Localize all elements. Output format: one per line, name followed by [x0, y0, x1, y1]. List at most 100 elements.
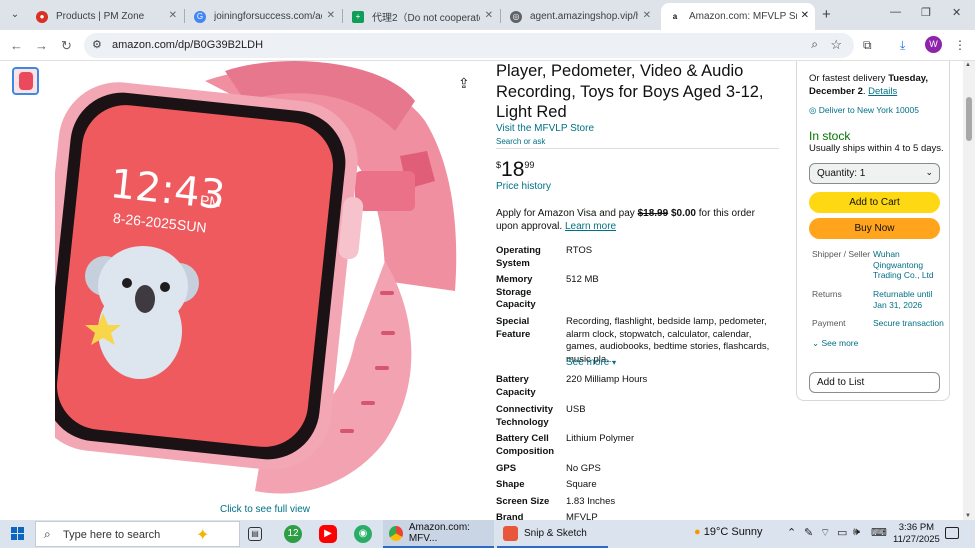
- app-12-icon[interactable]: 12: [284, 525, 302, 543]
- restore-icon[interactable]: ❐: [921, 6, 931, 19]
- tab-agent-sheet[interactable]: + 代理2（Do not cooperate w ✕: [344, 3, 499, 30]
- amazon-favicon-icon: a: [669, 10, 681, 23]
- taskbar-app-label: Snip & Sketch: [524, 527, 587, 539]
- shipper-label: Shipper / Seller: [812, 249, 871, 259]
- address-bar[interactable]: ⚙ amazon.com/dp/B0G39B2LDH ⌕ ☆: [84, 33, 854, 58]
- wechat-icon[interactable]: ◉: [354, 525, 372, 543]
- spec-value: No GPS: [566, 463, 601, 474]
- task-view-icon[interactable]: ▤: [248, 527, 262, 541]
- download-icon[interactable]: ⤓: [900, 38, 905, 53]
- extensions-puzzle-icon[interactable]: ⧉: [863, 38, 872, 53]
- payment-label: Payment: [812, 318, 846, 328]
- volume-icon[interactable]: 🕪: [853, 526, 860, 539]
- wifi-icon[interactable]: ⌔: [820, 526, 830, 540]
- price-history-link[interactable]: Price history: [496, 181, 551, 192]
- store-link[interactable]: Visit the MFVLP Store: [496, 123, 594, 134]
- bookmark-star-icon[interactable]: ☆: [830, 37, 842, 53]
- weather-widget[interactable]: ● 19°C Sunny: [694, 526, 763, 538]
- sheets-favicon-icon: +: [352, 10, 364, 23]
- windows-taskbar: ⌕ Type here to search ✦ ▤ 12 ▶ ◉ Amazon.…: [0, 520, 975, 548]
- tab-amazingshop[interactable]: ◎ agent.amazingshop.vip/hon ✕: [502, 3, 657, 30]
- back-arrow-icon[interactable]: ←: [10, 38, 23, 53]
- learn-more-link[interactable]: Learn more: [565, 221, 616, 232]
- sun-icon: ●: [694, 526, 701, 538]
- returns-label: Returns: [812, 289, 842, 299]
- forward-arrow-icon[interactable]: →: [35, 38, 48, 53]
- system-clock[interactable]: 3:36 PM 11/27/2025: [893, 522, 940, 546]
- scroll-down-icon[interactable]: ▼: [965, 513, 971, 519]
- minimize-icon[interactable]: —: [890, 6, 901, 18]
- tab-title: 代理2（Do not cooperate w: [372, 13, 480, 24]
- clock-time: 3:36 PM: [898, 522, 935, 533]
- search-or-ask-link[interactable]: Search or ask: [496, 137, 545, 146]
- taskbar-snip-app[interactable]: Snip & Sketch: [497, 520, 608, 548]
- quantity-dropdown[interactable]: Quantity: 1 ⌄: [809, 163, 940, 184]
- spec-value: MFVLP: [566, 512, 598, 520]
- tab-amazon-active[interactable]: a Amazon.com: MFVLP Smart ✕: [661, 3, 815, 30]
- reload-icon[interactable]: ↻: [61, 38, 72, 54]
- chevron-down-icon: ⌄: [812, 338, 820, 348]
- see-more-label: See more: [821, 338, 859, 348]
- spec-key: Battery Cell Composition: [496, 433, 555, 457]
- snip-sketch-icon: [503, 525, 518, 541]
- chrome-menu-icon[interactable]: ⋮: [954, 38, 966, 52]
- deliver-to-link[interactable]: ◎ Deliver to New York 10005: [809, 105, 919, 116]
- page-scrollbar[interactable]: ▲ ▼: [963, 61, 975, 520]
- product-thumbnail[interactable]: [12, 67, 39, 95]
- share-icon[interactable]: ⇪: [458, 75, 470, 92]
- add-to-cart-button[interactable]: Add to Cart: [809, 192, 940, 213]
- returns-value-link[interactable]: Returnable until Jan 31, 2026: [873, 289, 945, 310]
- new-tab-plus-icon[interactable]: +: [822, 6, 831, 23]
- url-text[interactable]: amazon.com/dp/B0G39B2LDH: [112, 39, 263, 51]
- keyboard-icon[interactable]: ⌨: [871, 526, 887, 539]
- chevron-down-icon: ⌄: [925, 167, 933, 177]
- close-tab-icon[interactable]: ✕: [327, 10, 335, 21]
- see-more-label: See more: [566, 357, 610, 368]
- close-window-icon[interactable]: ✕: [952, 6, 961, 19]
- buy-now-button[interactable]: Buy Now: [809, 218, 940, 239]
- divider: [496, 148, 779, 149]
- location-pin-icon: ◎: [809, 105, 817, 115]
- search-lens-icon[interactable]: ⌕: [811, 37, 818, 52]
- profile-avatar[interactable]: W: [925, 36, 942, 53]
- tab-products-pm-zone[interactable]: ● Products | PM Zone ✕: [28, 3, 183, 30]
- tray-overflow-chevron-icon[interactable]: ⌃: [787, 526, 796, 539]
- weather-text: 19°C Sunny: [703, 526, 763, 538]
- spec-see-more-link[interactable]: See more ▾: [566, 357, 616, 368]
- watch-ampm: PM: [199, 191, 222, 211]
- chevron-down-icon: ▾: [612, 358, 617, 367]
- add-to-list-button[interactable]: Add to List: [809, 372, 940, 393]
- spec-key: Shape: [496, 479, 525, 490]
- tab-search-dropdown-icon[interactable]: ⌄: [6, 6, 24, 24]
- payment-value-link[interactable]: Secure transaction: [873, 318, 945, 329]
- delivery-prefix: Or fastest delivery: [809, 73, 889, 84]
- notification-icon[interactable]: [945, 527, 959, 539]
- close-tab-icon[interactable]: ✕: [801, 10, 809, 21]
- youtube-icon[interactable]: ▶: [319, 525, 337, 543]
- scrollbar-thumb[interactable]: [966, 97, 972, 141]
- spec-value: 512 MB: [566, 274, 599, 285]
- pen-icon[interactable]: ✎: [804, 526, 813, 539]
- battery-icon[interactable]: ▭: [837, 526, 847, 539]
- scroll-up-icon[interactable]: ▲: [965, 62, 971, 68]
- close-tab-icon[interactable]: ✕: [169, 10, 177, 21]
- shipper-value-link[interactable]: Wuhan Qingwantong Trading Co., Ltd: [873, 249, 945, 281]
- close-tab-icon[interactable]: ✕: [485, 10, 493, 21]
- close-tab-icon[interactable]: ✕: [643, 10, 651, 21]
- windows-start-icon[interactable]: [11, 527, 25, 541]
- spec-key: Operating System: [496, 245, 541, 269]
- spec-value: 220 Milliamp Hours: [566, 374, 648, 385]
- spec-value: USB: [566, 404, 586, 415]
- product-main-image[interactable]: 12:43 PM 8-26-2025 SUN: [32, 61, 475, 501]
- buybox-see-more-link[interactable]: ⌄ See more: [812, 338, 858, 349]
- delivery-details-link[interactable]: Details: [868, 86, 897, 97]
- site-info-icon[interactable]: ⚙: [92, 38, 102, 51]
- spec-key: Battery Capacity: [496, 374, 536, 398]
- tab-title: Amazon.com: MFVLP Smart: [689, 11, 797, 22]
- taskbar-search-input[interactable]: ⌕ Type here to search ✦: [35, 521, 240, 547]
- taskbar-app-label: Amazon.com: MFV...: [408, 522, 470, 544]
- tab-title: joiningforsuccess.com/adm: [214, 11, 322, 22]
- tab-joiningforsuccess[interactable]: G joiningforsuccess.com/adm ✕: [186, 3, 341, 30]
- full-view-link[interactable]: Click to see full view: [220, 504, 310, 515]
- taskbar-chrome-app[interactable]: Amazon.com: MFV...: [383, 520, 494, 548]
